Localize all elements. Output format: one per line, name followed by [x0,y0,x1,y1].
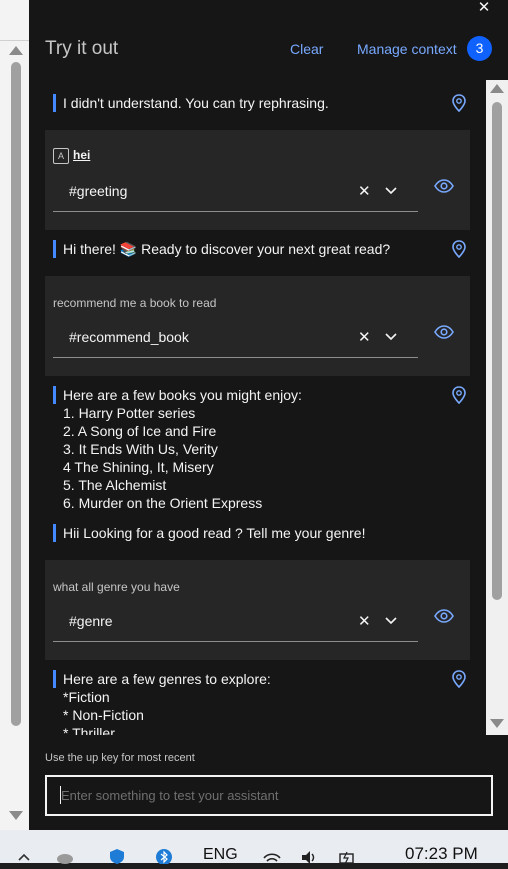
intent-value: #recommend_book [69,329,189,345]
chevron-down-icon[interactable] [383,182,399,198]
intent-value: #genre [69,613,113,629]
eye-icon[interactable] [434,179,454,193]
intent-dropdown[interactable]: #genre ✕ [53,604,418,642]
message-text: Here are a few genres to explore: *Ficti… [63,670,271,735]
user-utterance: recommend me a book to read [53,296,217,310]
message-line: 6. Murder on the Orient Express [63,495,263,511]
windows-taskbar: ENG 07:23 PM [0,830,508,865]
user-input-card: recommend me a book to read #recommend_b… [45,276,470,376]
close-icon[interactable]: ✕ [476,0,492,16]
assistant-message: Here are a few books you might enjoy: 1.… [53,386,433,511]
cloud-icon[interactable] [56,848,74,864]
user-utterance: what all genre you have [53,580,180,594]
message-text: Hi there! 📚 Ready to discover your next … [63,241,391,257]
clear-x-icon[interactable]: ✕ [358,328,371,346]
message-accent-bar [53,524,56,542]
message-line: * Thriller [63,725,115,735]
chevron-down-icon[interactable] [383,328,399,344]
message-line: Here are a few books you might enjoy: [63,387,302,403]
eye-icon[interactable] [434,609,454,623]
message-line: 1. Harry Potter series [63,405,196,421]
intent-dropdown[interactable]: #greeting ✕ [53,174,418,212]
message-line: * Non-Fiction [63,707,144,723]
clock-time[interactable]: 07:23 PM [405,844,478,864]
message-text: I didn't understand. You can try rephras… [63,95,329,111]
eye-icon[interactable] [434,325,454,339]
conversation-scrollbar[interactable] [486,80,508,735]
scroll-down-icon[interactable] [9,811,23,820]
assistant-message: Hii Looking for a good read ? Tell me yo… [53,524,433,542]
intent-value: #greeting [69,183,128,199]
clear-x-icon[interactable]: ✕ [358,182,371,200]
wifi-icon[interactable] [263,848,281,864]
context-count-badge[interactable]: 3 [467,36,492,61]
message-accent-bar [53,240,56,258]
conversation-area: I didn't understand. You can try rephras… [45,80,470,735]
clear-button[interactable]: Clear [290,41,323,57]
battery-icon[interactable] [338,848,356,865]
message-line: 2. A Song of Ice and Fire [63,423,217,439]
pin-icon[interactable] [451,670,467,688]
assistant-message: Here are a few genres to explore: *Ficti… [53,670,433,735]
test-assistant-input[interactable] [61,786,471,804]
message-accent-bar [53,94,56,112]
message-text: Here are a few books you might enjoy: 1.… [63,386,302,512]
volume-icon[interactable] [300,848,318,864]
intent-dropdown[interactable]: #recommend_book ✕ [53,320,418,358]
background-scrollbar-thumb[interactable] [11,62,21,726]
language-indicator[interactable]: ENG [203,846,238,864]
message-text: Hii Looking for a good read ? Tell me yo… [63,525,366,541]
message-line: *Fiction [63,689,110,705]
assistant-message: Hi there! 📚 Ready to discover your next … [53,240,433,258]
message-accent-bar [53,386,56,404]
input-hint: Use the up key for most recent [45,752,195,764]
background-divider [0,40,29,41]
pin-icon[interactable] [451,94,467,112]
chevron-up-icon[interactable] [15,848,33,864]
user-utterance: hei [73,148,91,162]
shield-icon[interactable] [108,848,126,864]
try-it-out-panel: ✕ Try it out Clear Manage context 3 I di… [29,0,508,830]
message-line: 4 The Shining, It, Misery [63,459,214,475]
pin-icon[interactable] [451,240,467,258]
background-window-strip [0,0,29,830]
clear-x-icon[interactable]: ✕ [358,612,371,630]
scroll-up-icon[interactable] [9,46,23,55]
user-input-card: what all genre you have #genre ✕ [45,560,470,660]
bluetooth-icon[interactable] [155,848,173,865]
scroll-down-icon[interactable] [490,719,504,728]
message-accent-bar [53,670,56,688]
message-line: 3. It Ends With Us, Verity [63,441,218,457]
user-input-card: A hei #greeting ✕ [45,130,470,230]
manage-context-button[interactable]: Manage context [357,41,457,57]
message-line: Here are a few genres to explore: [63,671,271,687]
translate-icon: A [53,148,69,164]
scroll-up-icon[interactable] [490,84,504,93]
assistant-message: I didn't understand. You can try rephras… [53,94,433,112]
scrollbar-thumb[interactable] [492,102,502,600]
pin-icon[interactable] [451,386,467,404]
test-input-box[interactable] [45,775,493,816]
message-line: 5. The Alchemist [63,477,167,493]
chevron-down-icon[interactable] [383,612,399,628]
panel-title: Try it out [45,38,119,59]
